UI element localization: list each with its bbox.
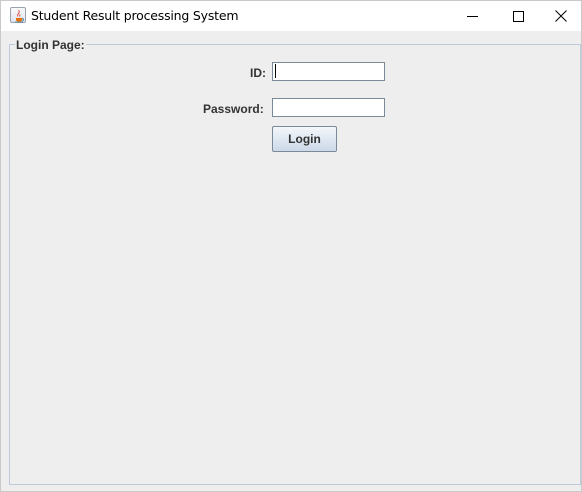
login-button[interactable]: Login: [272, 126, 337, 152]
maximize-icon: [512, 10, 524, 22]
java-coffee-icon[interactable]: [10, 7, 26, 23]
close-button[interactable]: [541, 1, 581, 31]
title-bar[interactable]: Student Result processing System: [1, 1, 581, 31]
password-input[interactable]: [272, 98, 385, 117]
id-input[interactable]: [272, 62, 385, 81]
app-window: Student Result processing System Login P…: [0, 0, 582, 492]
window-title: Student Result processing System: [31, 8, 239, 23]
password-label: Password:: [203, 102, 264, 116]
close-icon: [555, 10, 567, 22]
text-cursor: [275, 64, 276, 78]
id-label: ID:: [250, 66, 266, 80]
maximize-button[interactable]: [495, 1, 541, 31]
login-panel-title: Login Page:: [15, 38, 86, 52]
minimize-icon: [466, 15, 478, 17]
minimize-button[interactable]: [449, 1, 495, 31]
